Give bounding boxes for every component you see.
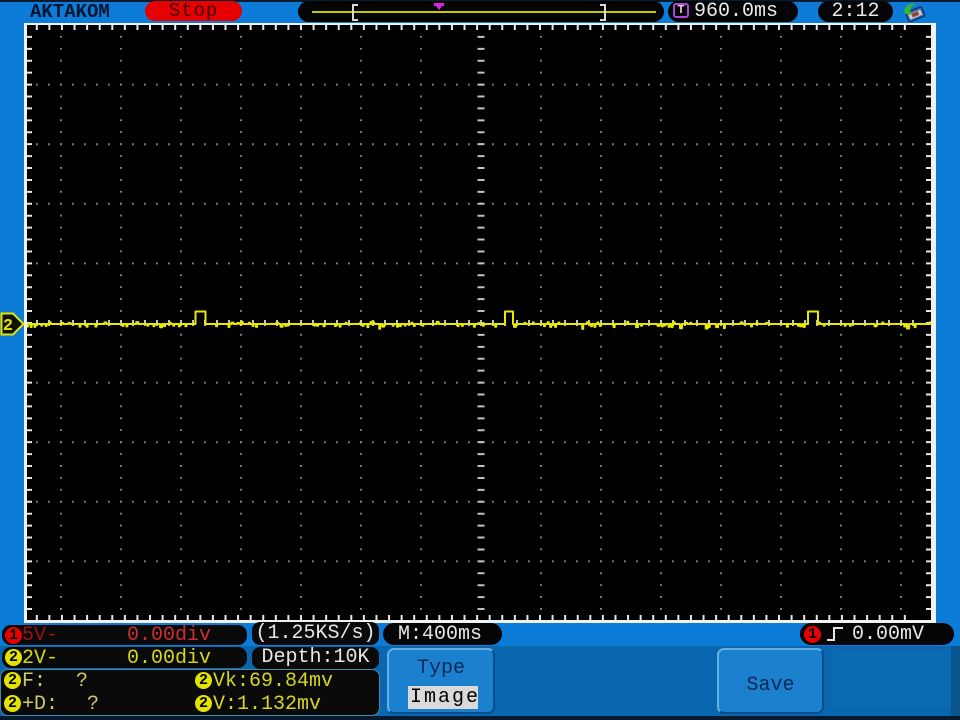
svg-text:2: 2 bbox=[3, 317, 13, 336]
